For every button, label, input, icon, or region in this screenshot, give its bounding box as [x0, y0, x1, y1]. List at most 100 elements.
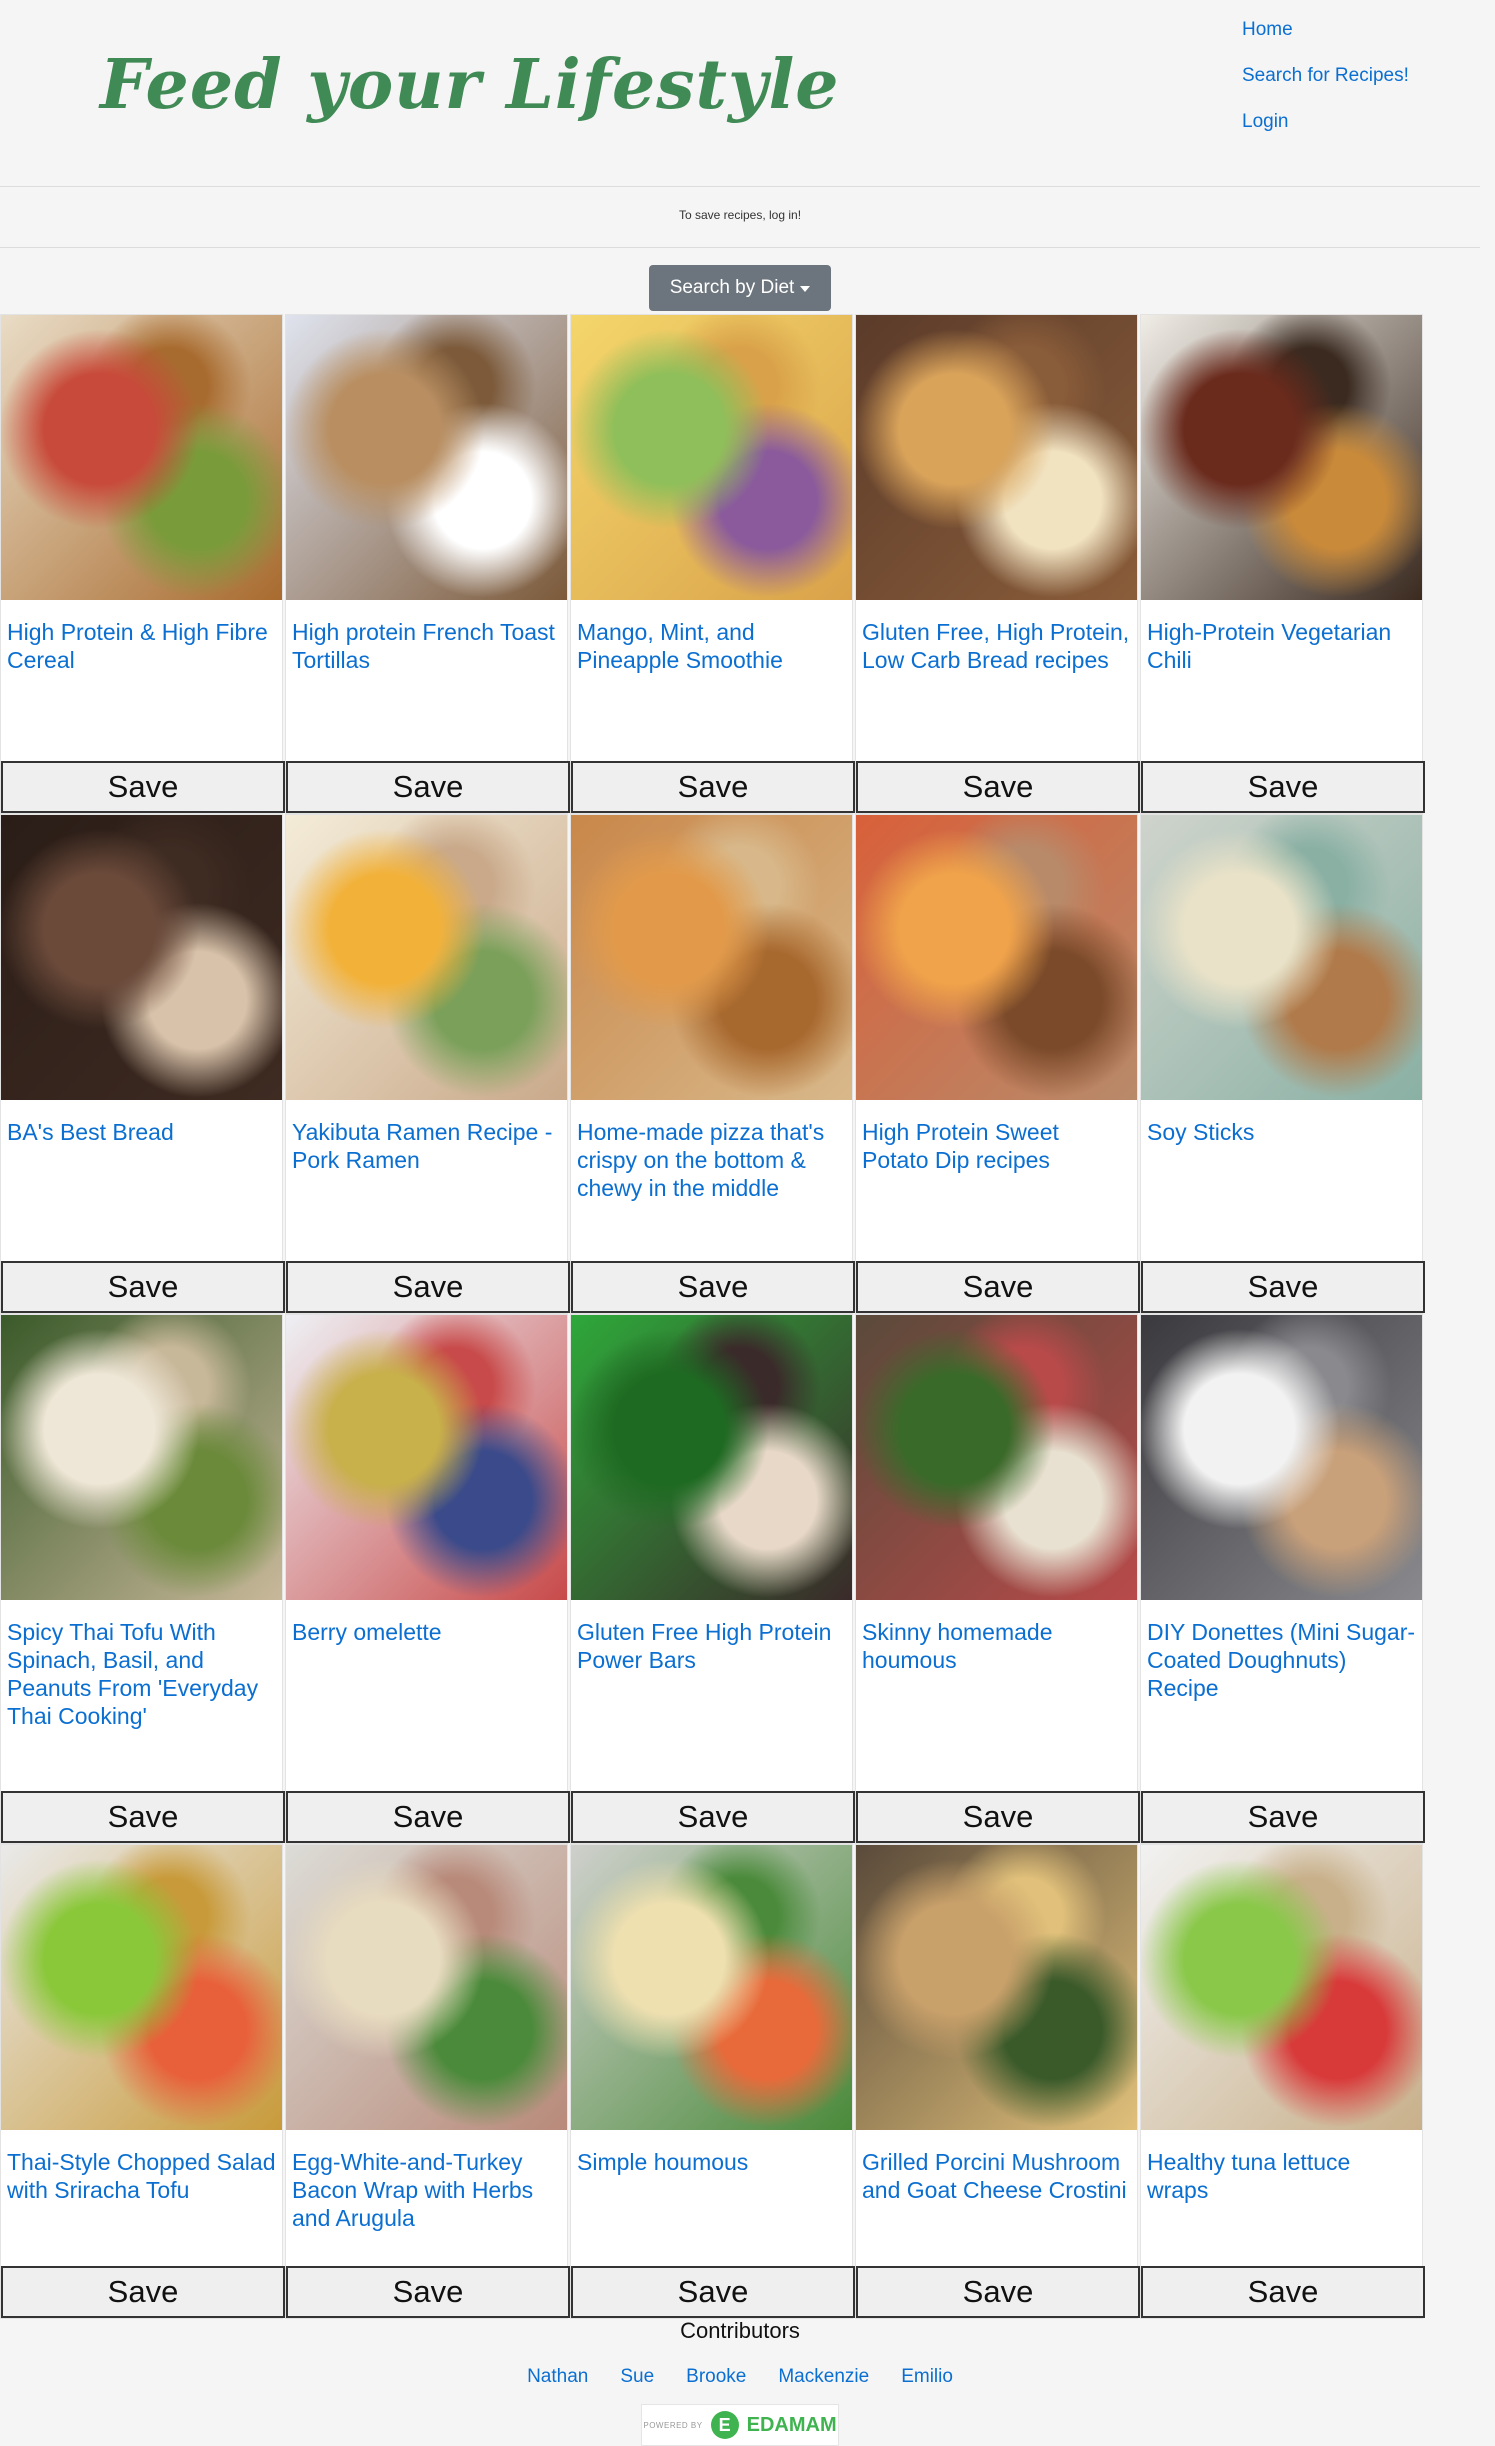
- recipe-photo[interactable]: [1141, 815, 1422, 1100]
- recipe-card: Gluten Free High Protein Power Bars Save: [570, 1314, 855, 1844]
- diet-filter-label: Search by Diet: [669, 277, 795, 298]
- recipe-photo[interactable]: [571, 1315, 852, 1600]
- recipe-card: Egg-White-and-Turkey Bacon Wrap with Her…: [285, 1844, 570, 2319]
- nav-search-link[interactable]: Search for Recipes!: [1242, 64, 1409, 110]
- recipe-title-link[interactable]: Yakibuta Ramen Recipe - Pork Ramen: [286, 1100, 567, 1174]
- recipe-photo[interactable]: [286, 1845, 567, 2130]
- recipe-row: Thai-Style Chopped Salad with Sriracha T…: [0, 1844, 1425, 2319]
- recipe-card: BA's Best Bread Save: [0, 814, 285, 1314]
- recipe-title-link[interactable]: High Protein & High Fibre Cereal: [1, 600, 282, 674]
- divider: [0, 186, 1480, 187]
- recipe-title-link[interactable]: Soy Sticks: [1141, 1100, 1422, 1146]
- recipe-photo[interactable]: [571, 815, 852, 1100]
- top-nav: Home Search for Recipes! Login: [1242, 18, 1409, 156]
- recipe-card: Grilled Porcini Mushroom and Goat Cheese…: [855, 1844, 1140, 2319]
- recipe-card: Gluten Free, High Protein, Low Carb Brea…: [855, 314, 1140, 814]
- save-recipe-button[interactable]: Save: [571, 761, 855, 813]
- recipe-card: Home-made pizza that's crispy on the bot…: [570, 814, 855, 1314]
- recipe-card: High Protein & High Fibre Cereal Save: [0, 314, 285, 814]
- recipe-title-link[interactable]: Thai-Style Chopped Salad with Sriracha T…: [1, 2130, 282, 2204]
- recipe-card: Berry omelette Save: [285, 1314, 570, 1844]
- caret-down-icon: [800, 286, 811, 292]
- diet-filter-dropdown[interactable]: Search by Diet: [649, 265, 831, 311]
- recipe-grid: High Protein & High Fibre Cereal Save High…: [0, 314, 1425, 2319]
- recipe-photo[interactable]: [571, 1845, 852, 2130]
- recipe-photo[interactable]: [1, 1315, 282, 1600]
- contributor-link[interactable]: Brooke: [686, 2366, 746, 2388]
- save-recipe-button[interactable]: Save: [571, 1261, 855, 1313]
- save-recipe-button[interactable]: Save: [1141, 1791, 1425, 1843]
- recipe-title-link[interactable]: Healthy tuna lettuce wraps: [1141, 2130, 1422, 2204]
- save-recipe-button[interactable]: Save: [571, 1791, 855, 1843]
- recipe-card: Soy Sticks Save: [1140, 814, 1425, 1314]
- nav-home-link[interactable]: Home: [1242, 18, 1409, 64]
- recipe-photo[interactable]: [1141, 315, 1422, 600]
- recipe-title-link[interactable]: DIY Donettes (Mini Sugar-Coated Doughnut…: [1141, 1600, 1422, 1702]
- contributor-link[interactable]: Emilio: [901, 2366, 953, 2388]
- recipe-title-link[interactable]: Gluten Free, High Protein, Low Carb Brea…: [856, 600, 1137, 674]
- recipe-photo[interactable]: [856, 1845, 1137, 2130]
- save-recipe-button[interactable]: Save: [1141, 1261, 1425, 1313]
- recipe-title-link[interactable]: Grilled Porcini Mushroom and Goat Cheese…: [856, 2130, 1137, 2204]
- recipe-card: Simple houmous Save: [570, 1844, 855, 2319]
- contributor-link[interactable]: Mackenzie: [778, 2366, 869, 2388]
- save-recipe-button[interactable]: Save: [1141, 761, 1425, 813]
- recipe-title-link[interactable]: BA's Best Bread: [1, 1100, 282, 1146]
- contributor-link[interactable]: Nathan: [527, 2366, 588, 2388]
- recipe-photo[interactable]: [286, 815, 567, 1100]
- recipe-photo[interactable]: [1, 815, 282, 1100]
- nav-login-link[interactable]: Login: [1242, 110, 1409, 156]
- recipe-photo[interactable]: [1141, 1315, 1422, 1600]
- recipe-title-link[interactable]: High Protein Sweet Potato Dip recipes: [856, 1100, 1137, 1174]
- contributors-list: Nathan Sue Brooke Mackenzie Emilio: [0, 2366, 1480, 2388]
- recipe-photo[interactable]: [856, 1315, 1137, 1600]
- save-recipe-button[interactable]: Save: [286, 761, 570, 813]
- save-recipe-button[interactable]: Save: [286, 1261, 570, 1313]
- recipe-row: BA's Best Bread Save Yakibuta Ramen Recipe…: [0, 814, 1425, 1314]
- recipe-title-link[interactable]: Egg-White-and-Turkey Bacon Wrap with Her…: [286, 2130, 567, 2232]
- recipe-title-link[interactable]: High protein French Toast Tortillas: [286, 600, 567, 674]
- recipe-photo[interactable]: [286, 1315, 567, 1600]
- recipe-title-link[interactable]: Skinny homemade houmous: [856, 1600, 1137, 1674]
- save-recipe-button[interactable]: Save: [1, 1791, 285, 1843]
- save-recipe-button[interactable]: Save: [856, 2266, 1140, 2318]
- save-recipe-button[interactable]: Save: [1141, 2266, 1425, 2318]
- recipe-photo[interactable]: [286, 315, 567, 600]
- save-recipe-button[interactable]: Save: [1, 2266, 285, 2318]
- save-recipe-button[interactable]: Save: [1, 1261, 285, 1313]
- contributor-link[interactable]: Sue: [620, 2366, 654, 2388]
- powered-by-label: POWERED BY: [643, 2420, 703, 2430]
- recipe-photo[interactable]: [571, 315, 852, 600]
- recipe-photo[interactable]: [1141, 1845, 1422, 2130]
- recipe-card: Thai-Style Chopped Salad with Sriracha T…: [0, 1844, 285, 2319]
- save-recipe-button[interactable]: Save: [1, 761, 285, 813]
- edamam-badge[interactable]: POWERED BY E EDAMAM: [641, 2404, 839, 2446]
- save-recipe-button[interactable]: Save: [286, 2266, 570, 2318]
- edamam-logo-icon: E: [710, 2411, 739, 2439]
- recipe-photo[interactable]: [856, 315, 1137, 600]
- recipe-card: Skinny homemade houmous Save: [855, 1314, 1140, 1844]
- recipe-photo[interactable]: [1, 315, 282, 600]
- save-recipe-button[interactable]: Save: [856, 1791, 1140, 1843]
- recipe-photo[interactable]: [856, 815, 1137, 1100]
- recipe-title-link[interactable]: Gluten Free High Protein Power Bars: [571, 1600, 852, 1674]
- recipe-card: High-Protein Vegetarian Chili Save: [1140, 314, 1425, 814]
- recipe-card: Healthy tuna lettuce wraps Save: [1140, 1844, 1425, 2319]
- recipe-title-link[interactable]: Home-made pizza that's crispy on the bot…: [571, 1100, 852, 1202]
- save-recipe-button[interactable]: Save: [856, 1261, 1140, 1313]
- recipe-card: DIY Donettes (Mini Sugar-Coated Doughnut…: [1140, 1314, 1425, 1844]
- recipe-title-link[interactable]: High-Protein Vegetarian Chili: [1141, 600, 1422, 674]
- recipe-photo[interactable]: [1, 1845, 282, 2130]
- save-recipe-button[interactable]: Save: [571, 2266, 855, 2318]
- recipe-title-link[interactable]: Spicy Thai Tofu With Spinach, Basil, and…: [1, 1600, 282, 1730]
- contributors-heading: Contributors: [680, 2318, 800, 2343]
- recipe-card: High Protein Sweet Potato Dip recipes Sav…: [855, 814, 1140, 1314]
- recipe-card: Yakibuta Ramen Recipe - Pork Ramen Save: [285, 814, 570, 1314]
- recipe-card: Spicy Thai Tofu With Spinach, Basil, and…: [0, 1314, 285, 1844]
- recipe-row: Spicy Thai Tofu With Spinach, Basil, and…: [0, 1314, 1425, 1844]
- recipe-title-link[interactable]: Simple houmous: [571, 2130, 852, 2176]
- recipe-title-link[interactable]: Mango, Mint, and Pineapple Smoothie: [571, 600, 852, 674]
- save-recipe-button[interactable]: Save: [856, 761, 1140, 813]
- save-recipe-button[interactable]: Save: [286, 1791, 570, 1843]
- recipe-title-link[interactable]: Berry omelette: [286, 1600, 567, 1646]
